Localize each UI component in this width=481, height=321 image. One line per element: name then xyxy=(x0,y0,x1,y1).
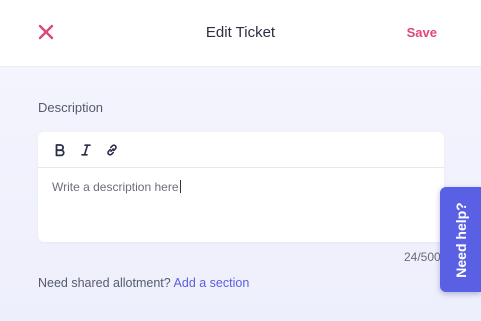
save-button[interactable]: Save xyxy=(407,25,437,40)
description-placeholder: Write a description here xyxy=(52,180,179,194)
editor-toolbar xyxy=(38,132,444,168)
header-bar: Edit Ticket Save xyxy=(0,0,481,67)
link-button[interactable] xyxy=(104,142,120,158)
description-editor: Write a description here xyxy=(38,132,444,242)
link-icon xyxy=(105,143,119,157)
shared-allotment-row: Need shared allotment? Add a section xyxy=(38,276,249,290)
need-help-button[interactable]: Need help? xyxy=(440,187,481,292)
bold-button[interactable] xyxy=(52,142,68,158)
text-caret xyxy=(179,180,181,193)
bold-icon xyxy=(53,143,67,157)
form-content: Description Write a description here 24/… xyxy=(0,68,481,321)
need-help-label: Need help? xyxy=(452,201,469,278)
description-input[interactable]: Write a description here xyxy=(52,180,430,194)
character-counter: 24/500 xyxy=(404,250,441,264)
italic-button[interactable] xyxy=(78,142,94,158)
description-label: Description xyxy=(38,100,104,115)
add-section-link[interactable]: Add a section xyxy=(174,276,250,290)
italic-icon xyxy=(79,143,93,157)
shared-allotment-text: Need shared allotment? xyxy=(38,276,171,290)
